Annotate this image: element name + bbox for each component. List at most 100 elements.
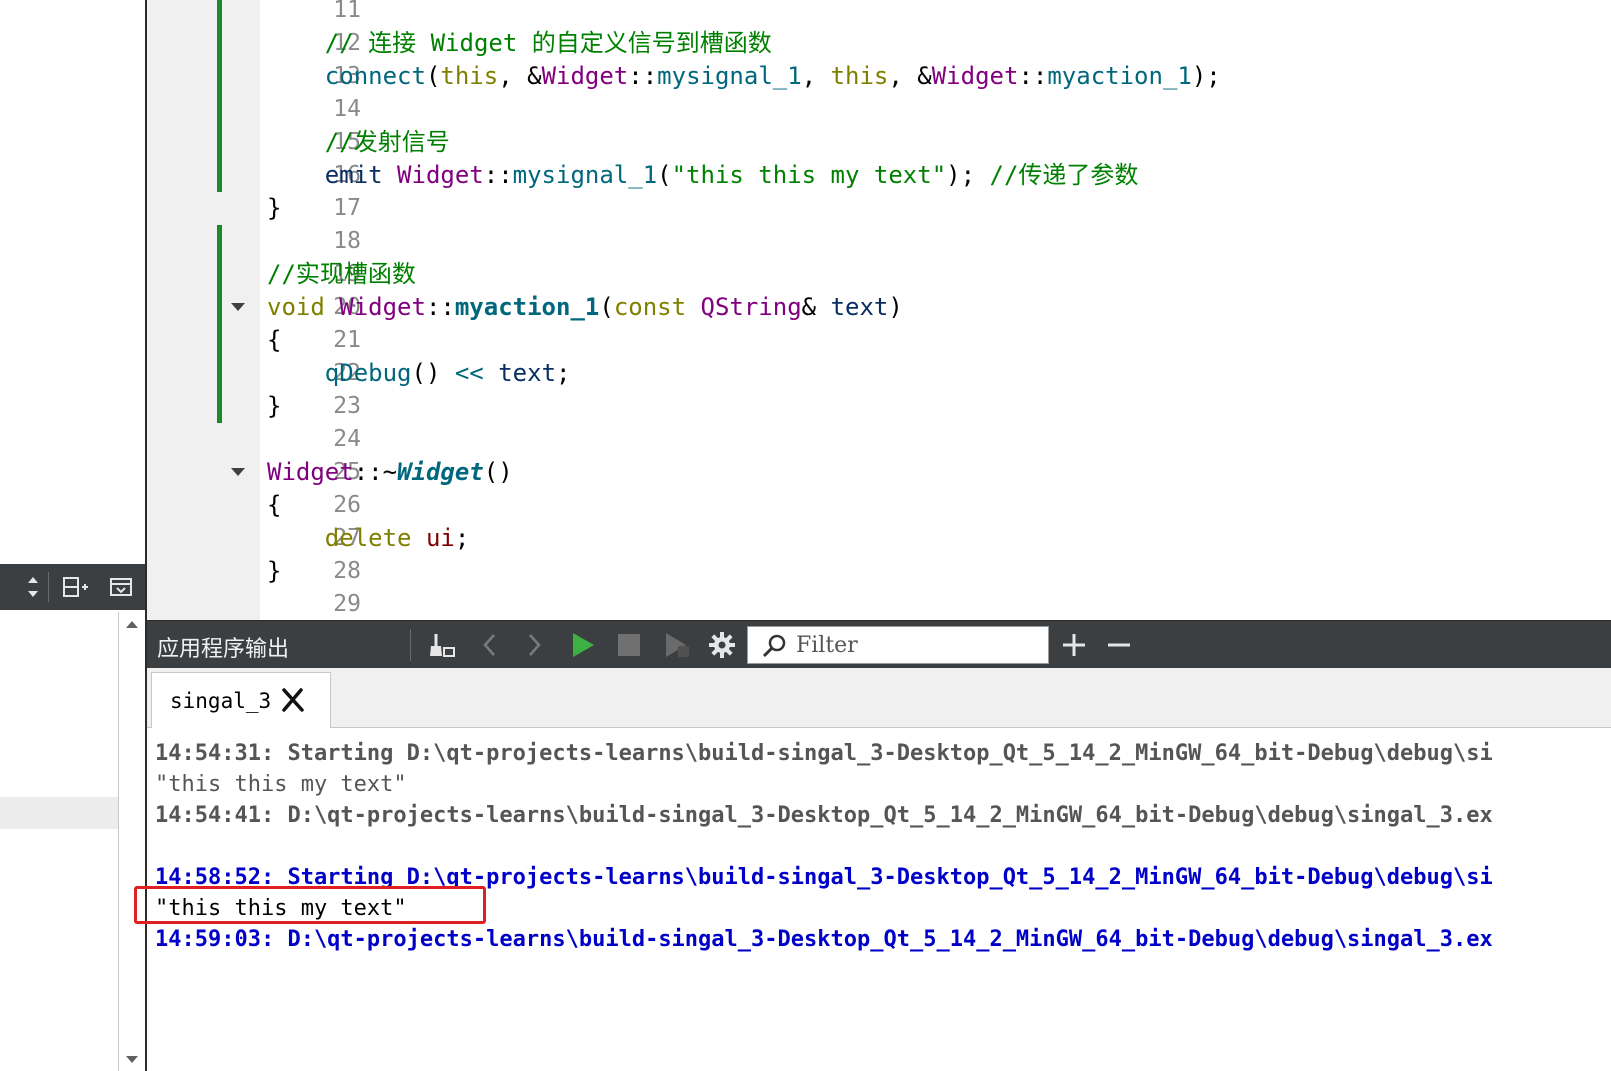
code-line[interactable]: 16 emit Widget::mysignal_1("this this my… (147, 159, 1611, 192)
code-token: this (440, 62, 499, 90)
code-token: :: (425, 293, 455, 321)
code-line[interactable]: 27 delete ui; (147, 522, 1611, 555)
code-line[interactable]: 24 (147, 423, 1611, 456)
prev-arrow-icon[interactable] (475, 630, 505, 660)
code-token: :: (1018, 62, 1048, 90)
code-token: myaction_1 (1047, 62, 1192, 90)
code-token: , & (498, 62, 542, 90)
left-toolbar (0, 564, 145, 610)
change-marker (217, 258, 222, 291)
change-marker (217, 390, 222, 423)
vertical-scrollbar[interactable] (118, 612, 145, 1071)
code-line[interactable]: 21 { (147, 324, 1611, 357)
code-token: Widget (541, 62, 629, 90)
line-number: 11 (333, 0, 361, 23)
tab-label: singal_3 (170, 689, 272, 713)
code-token: QString (700, 293, 802, 321)
code-line[interactable]: 26 { (147, 489, 1611, 522)
tab-close-icon[interactable] (280, 687, 306, 713)
code-line[interactable]: 18 (147, 225, 1611, 258)
code-text: } (267, 390, 281, 423)
tab-singal-3[interactable]: singal_3 (151, 672, 331, 729)
scroll-down-icon[interactable] (124, 1052, 140, 1066)
zoom-in-icon[interactable] (1059, 630, 1089, 660)
output-line: 14:54:31: Starting D:\qt-projects-learns… (155, 741, 1493, 766)
code-token: () (483, 458, 513, 486)
sort-updown-icon[interactable] (18, 572, 48, 602)
code-token: & (801, 293, 831, 321)
code-token: :: (628, 62, 658, 90)
toolbar-separator (48, 572, 49, 602)
code-line[interactable]: 23} (147, 390, 1611, 423)
code-line[interactable]: 28} (147, 555, 1611, 588)
code-token: ::~ (353, 458, 398, 486)
line-number: 28 (333, 558, 361, 584)
change-marker (217, 357, 222, 390)
code-line[interactable]: 12 // 连接 Widget 的自定义信号到槽函数 (147, 27, 1611, 60)
code-text: // 连接 Widget 的自定义信号到槽函数 (267, 27, 772, 60)
code-token: { (267, 326, 282, 354)
code-token: this (830, 62, 889, 90)
change-marker (217, 93, 222, 126)
output-pane-title: 应用程序输出 (157, 637, 290, 662)
fold-arrow-icon[interactable] (231, 468, 245, 476)
close-pane-icon[interactable] (106, 572, 136, 602)
scroll-up-icon[interactable] (124, 616, 140, 630)
filter-field[interactable] (747, 626, 1049, 664)
output-line: 14:59:03: D:\qt-projects-learns\build-si… (155, 927, 1493, 952)
zoom-out-icon[interactable] (1104, 630, 1134, 660)
code-token: const (613, 293, 701, 321)
run-icon[interactable] (567, 630, 597, 660)
code-line[interactable]: 22 qDebug() << text; (147, 357, 1611, 390)
code-text: Widget::~Widget() (267, 456, 513, 489)
code-token: << (454, 359, 484, 387)
code-text: //实现槽函数 (267, 258, 416, 291)
selected-row[interactable] (0, 797, 118, 829)
filter-input[interactable] (796, 631, 1036, 659)
gear-icon[interactable] (707, 630, 737, 660)
annotation-highlight-box (134, 886, 486, 924)
fold-arrow-icon[interactable] (231, 303, 245, 311)
code-line[interactable]: 29 (147, 588, 1611, 620)
code-token: ( (425, 62, 441, 90)
line-number: 14 (333, 96, 361, 122)
line-number: 21 (333, 327, 361, 353)
code-token: emit (267, 161, 398, 189)
code-text: qDebug() << text; (267, 357, 571, 390)
code-token: mysignal_1 (657, 62, 802, 90)
code-token: Widget (397, 161, 484, 189)
code-editor[interactable]: 11 12 // 连接 Widget 的自定义信号到槽函数 13 connect(t… (147, 0, 1611, 620)
change-marker (217, 324, 222, 357)
code-token: connect (267, 62, 426, 90)
code-token: "this this my text" (671, 161, 947, 189)
code-token: Widget (397, 458, 484, 486)
code-token: ui (425, 524, 455, 552)
clean-output-icon[interactable] (427, 630, 457, 660)
code-token: , (801, 62, 831, 90)
code-line[interactable]: 25 Widget::~Widget() (147, 456, 1611, 489)
change-marker (217, 159, 222, 192)
code-line[interactable]: 13 connect(this, &Widget::mysignal_1, th… (147, 60, 1611, 93)
stop-icon[interactable] (614, 630, 644, 660)
split-add-icon[interactable] (60, 572, 90, 602)
code-line[interactable]: 17} (147, 192, 1611, 225)
code-line[interactable]: 11 (147, 0, 1611, 27)
code-token: :: (483, 161, 513, 189)
code-token: } (267, 392, 282, 420)
toolbar-separator (410, 629, 411, 661)
next-arrow-icon[interactable] (519, 630, 549, 660)
search-icon (760, 631, 790, 665)
line-number: 26 (333, 492, 361, 518)
code-line[interactable]: 15 //发射信号 (147, 126, 1611, 159)
code-token: //传递了参数 (989, 161, 1139, 189)
change-marker (217, 126, 222, 159)
code-line[interactable]: 14 (147, 93, 1611, 126)
code-token: myaction_1 (454, 293, 600, 321)
attach-debugger-icon[interactable] (662, 630, 692, 660)
code-line[interactable]: 19//实现槽函数 (147, 258, 1611, 291)
code-line[interactable]: 20 void Widget::myaction_1(const QString&… (147, 291, 1611, 324)
code-token: text (830, 293, 889, 321)
line-number: 18 (333, 228, 361, 254)
code-token: text (483, 359, 557, 387)
change-marker (217, 60, 222, 93)
